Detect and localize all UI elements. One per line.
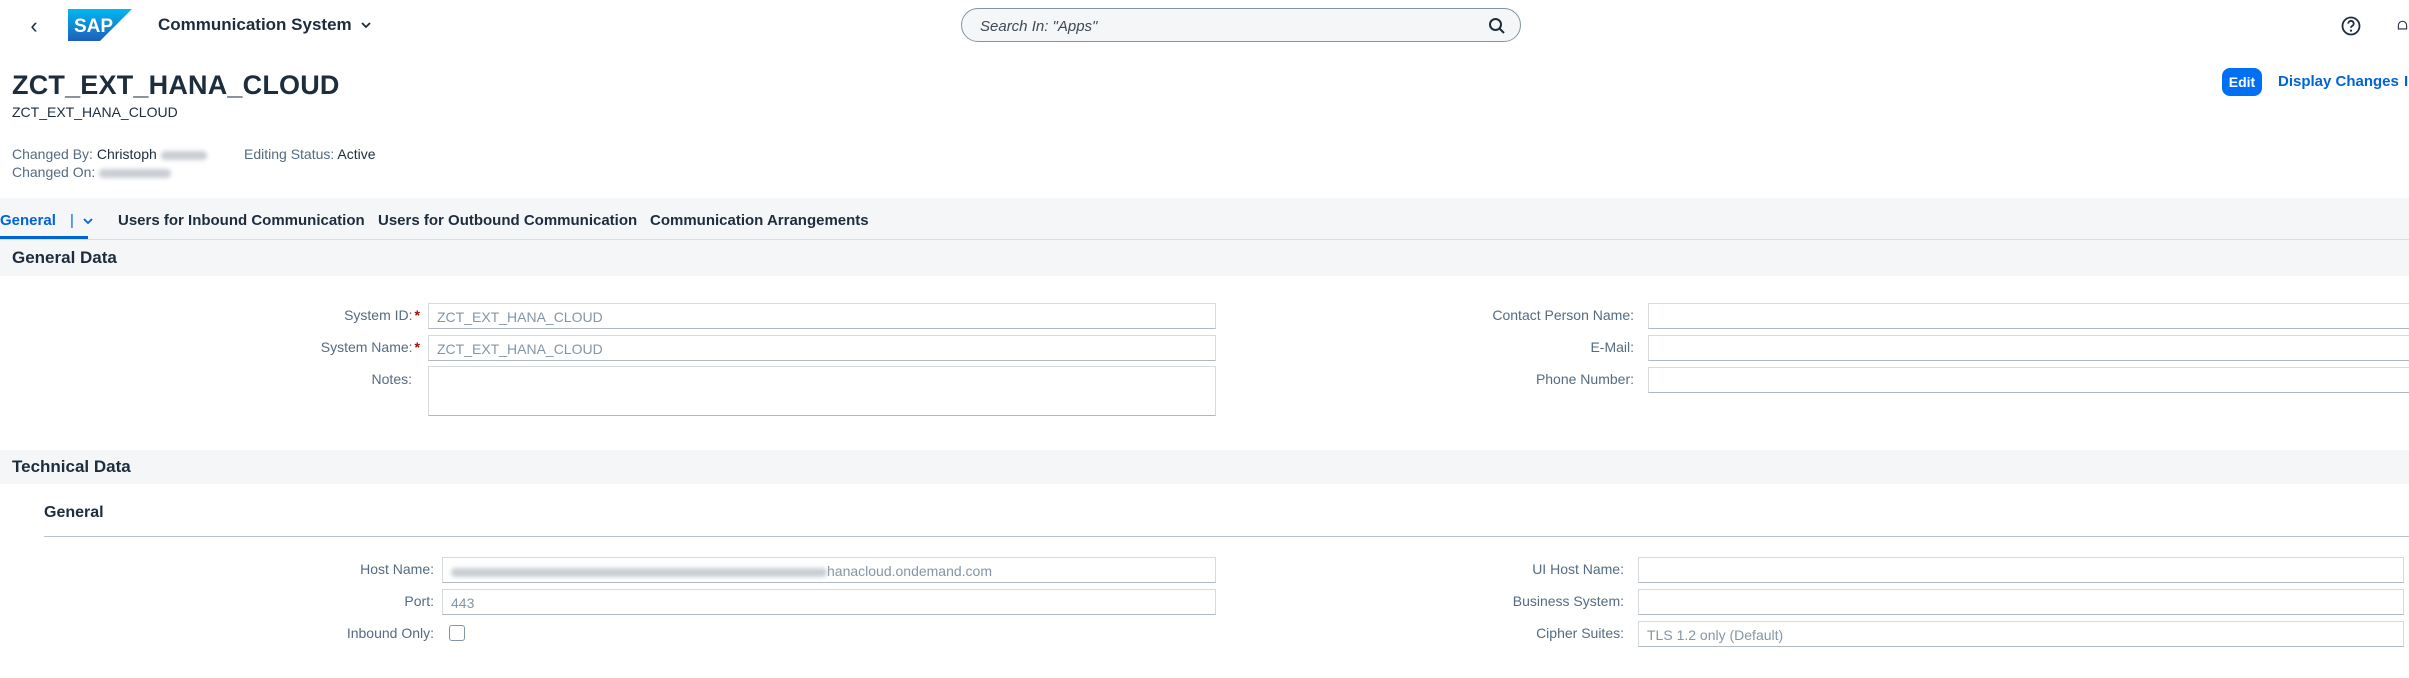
contact-person-input[interactable] <box>1648 303 2409 329</box>
back-button[interactable]: ‹ <box>22 13 46 38</box>
required-asterisk: * <box>414 307 420 323</box>
phone-number-input[interactable] <box>1648 367 2409 393</box>
tab-separator: | <box>70 212 74 229</box>
cipher-suites-label: Cipher Suites: <box>1536 625 1624 641</box>
tab-bar: General | Users for Inbound Communicatio… <box>0 198 2409 240</box>
shell-bar: ‹ SAP Communication System Search In: "A… <box>0 0 2409 52</box>
technical-general-subtitle: General <box>44 504 104 521</box>
editing-status-label: Editing Status: <box>244 146 335 162</box>
page-subtitle: ZCT_EXT_HANA_CLOUD <box>12 104 178 120</box>
notes-label: Notes: <box>371 371 412 387</box>
search-placeholder: Search In: "Apps" <box>980 18 1098 35</box>
tab-communication-arrangements[interactable]: Communication Arrangements <box>650 212 869 229</box>
system-name-label-text: System Name: <box>320 339 413 355</box>
changed-on-label: Changed On: <box>12 164 96 180</box>
technical-data-title: Technical Data <box>12 457 131 476</box>
active-tab-indicator <box>0 236 88 239</box>
search-icon[interactable] <box>1488 17 1506 35</box>
chevron-left-icon: ‹ <box>30 13 38 38</box>
sap-logo[interactable]: SAP <box>68 9 132 41</box>
tab-general-label: General <box>0 212 56 229</box>
phone-number-label: Phone Number: <box>1535 371 1634 387</box>
port-input[interactable]: 443 <box>442 589 1216 615</box>
system-id-input[interactable]: ZCT_EXT_HANA_CLOUD <box>428 303 1216 329</box>
host-name-input[interactable]: hanacloud.ondemand.com <box>442 557 1216 583</box>
changed-by-value: Christoph <box>96 146 157 162</box>
business-system-label: Business System: <box>1512 593 1624 609</box>
subsection-divider <box>44 536 2409 537</box>
chevron-down-icon[interactable] <box>82 215 94 227</box>
edit-button[interactable]: Edit <box>2222 68 2262 96</box>
system-name-label: System Name: * <box>300 339 420 355</box>
sap-logo-text: SAP <box>74 16 113 37</box>
notes-textarea[interactable] <box>428 366 1216 416</box>
system-name-input[interactable]: ZCT_EXT_HANA_CLOUD <box>428 335 1216 361</box>
general-data-header: General Data <box>0 240 2409 276</box>
contact-person-label: Contact Person Name: <box>1492 307 1634 323</box>
display-changes-link[interactable]: Display Changes <box>2278 73 2399 90</box>
host-name-label: Host Name: <box>360 561 434 577</box>
overflow-action-edge[interactable]: I <box>2404 73 2409 89</box>
inbound-only-label: Inbound Only: <box>346 625 434 641</box>
redacted-host-prefix <box>451 567 827 577</box>
business-system-input[interactable] <box>1638 589 2404 615</box>
tab-general[interactable]: General | <box>0 212 94 229</box>
changed-by-attribute: Changed By: Christoph <box>12 146 207 162</box>
search-field[interactable]: Search In: "Apps" <box>961 8 1521 42</box>
email-label: E-Mail: <box>1590 339 1634 355</box>
tab-users-inbound[interactable]: Users for Inbound Communication <box>118 212 365 229</box>
system-id-label: System ID: * <box>300 307 420 323</box>
system-id-label-text: System ID: <box>344 307 413 323</box>
page-title: ZCT_EXT_HANA_CLOUD <box>12 70 340 100</box>
app-title-menu[interactable]: Communication System <box>158 15 372 35</box>
editing-status-value: Active <box>337 146 376 162</box>
changed-by-label: Changed By: <box>12 146 93 162</box>
host-name-suffix: hanacloud.ondemand.com <box>827 563 993 579</box>
bell-icon[interactable] <box>2396 15 2409 37</box>
cipher-suites-select[interactable]: TLS 1.2 only (Default) <box>1638 621 2404 647</box>
app-title: Communication System <box>158 15 352 34</box>
redacted-date <box>99 168 172 178</box>
help-icon[interactable] <box>2340 15 2362 37</box>
ui-host-name-label: UI Host Name: <box>1532 561 1624 577</box>
tab-users-outbound[interactable]: Users for Outbound Communication <box>378 212 637 229</box>
changed-on-attribute: Changed On: <box>12 164 172 180</box>
required-asterisk: * <box>414 339 420 355</box>
ui-host-name-input[interactable] <box>1638 557 2404 583</box>
chevron-down-icon <box>361 22 371 29</box>
port-label: Port: <box>404 593 434 609</box>
technical-data-header: Technical Data <box>0 450 2409 484</box>
inbound-only-checkbox[interactable] <box>449 625 465 641</box>
email-input[interactable] <box>1648 335 2409 361</box>
general-data-title: General Data <box>12 248 117 267</box>
editing-status-attribute: Editing Status: Active <box>244 146 376 162</box>
redacted-surname <box>160 150 207 160</box>
